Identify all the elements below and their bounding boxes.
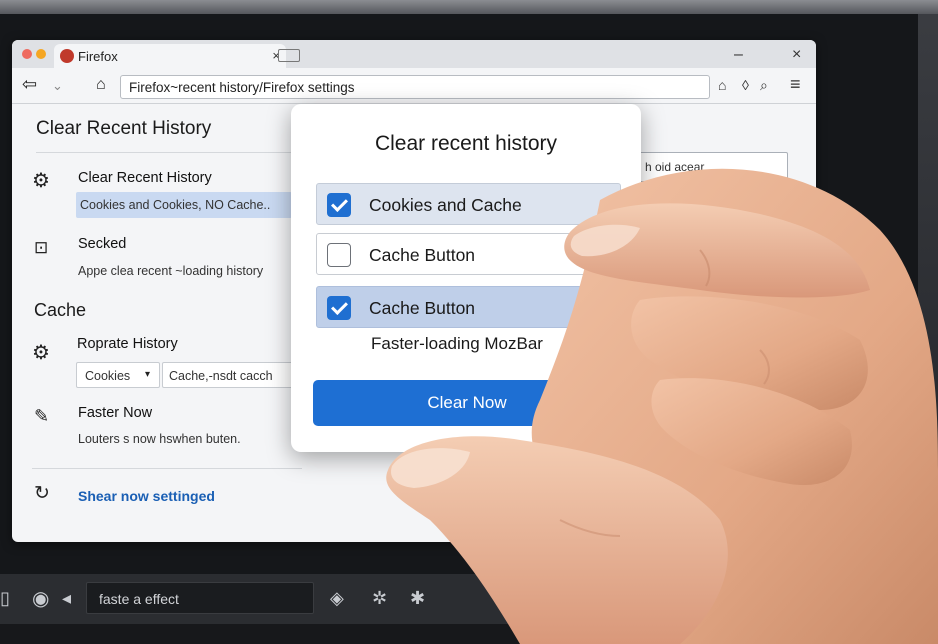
puzzle-icon[interactable]: ✲ xyxy=(372,588,387,609)
taskbar-search[interactable]: faste a effect xyxy=(86,582,314,614)
tab-title: Firefox xyxy=(78,49,118,64)
monitor-bottom-bezel xyxy=(0,624,938,644)
star-icon[interactable]: ✱ xyxy=(410,588,425,609)
back-arrow-icon[interactable]: ⇦ xyxy=(22,74,37,95)
cache-field[interactable]: Cache,-nsdt cacch xyxy=(162,362,302,388)
gear-icon: ⚙ xyxy=(32,170,50,192)
checkbox-checked-icon[interactable] xyxy=(327,193,351,217)
dropdown-chevron-icon[interactable]: ⌄ xyxy=(52,78,63,94)
taskbar: ▯ ◉ ◂ faste a effect ◈ ✲ ✱ xyxy=(0,574,938,624)
navigation-bar: ⇦ ⌄ ⌂ Firefox~recent history/Firefox set… xyxy=(12,68,816,104)
clear-history-dialog: Clear recent history Cookies and Cache C… xyxy=(291,104,641,452)
checkbox-checked-icon[interactable] xyxy=(327,296,351,320)
minimize-button[interactable]: – xyxy=(734,46,743,64)
close-window-button[interactable]: × xyxy=(792,46,801,64)
option-cookies-and-cache[interactable]: Cookies and Cache xyxy=(316,183,621,225)
row1-highlight[interactable]: Cookies and Cookies, NO Cache.. xyxy=(76,192,292,218)
shield-icon[interactable]: ◈ xyxy=(330,588,344,609)
option-cache-button-checked[interactable]: Cache Button xyxy=(316,286,621,328)
firefox-icon xyxy=(60,49,74,63)
dialog-title: Clear recent history xyxy=(374,132,558,155)
divider xyxy=(36,152,302,153)
divider xyxy=(32,468,302,469)
close-dot-icon[interactable] xyxy=(22,49,32,59)
right-input[interactable]: h oid acear xyxy=(638,152,788,182)
gear-icon: ⚙ xyxy=(32,342,50,364)
disc-icon[interactable]: ◉ xyxy=(32,586,49,611)
cookies-select[interactable]: Cookies ▾ xyxy=(76,362,160,388)
bookmark-icon[interactable]: ⌂ xyxy=(718,77,726,93)
row2-label: Secked xyxy=(78,236,127,252)
section-cache-title: Cache xyxy=(34,300,87,320)
row1-sub: Cookies and Cookies, NO Cache.. xyxy=(80,198,271,212)
chevron-down-icon: ▾ xyxy=(145,369,151,380)
url-text: Firefox~recent history/Firefox settings xyxy=(129,80,355,95)
checkbox-unchecked-icon[interactable] xyxy=(327,243,351,267)
row4-sub: Louters s now hswhen buten. xyxy=(78,432,241,446)
flag-icon[interactable]: ◂ xyxy=(62,588,71,609)
option-label: Cache Button xyxy=(369,298,476,318)
option-label: Cookies and Cache xyxy=(369,195,522,215)
edit-icon: ✎ xyxy=(34,406,50,426)
option-cache-button[interactable]: Cache Button xyxy=(316,233,621,275)
home-icon[interactable]: ⌂ xyxy=(96,76,106,94)
cache-field-value: Cache,-nsdt cacch xyxy=(169,369,273,383)
tab-bar: Firefox × – × xyxy=(12,40,816,68)
row2-sub: Appe clea recent ~loading history xyxy=(78,264,264,278)
monitor-top-bezel xyxy=(0,0,938,14)
new-tab-icon[interactable] xyxy=(278,49,300,62)
option-label: Cache Button xyxy=(369,245,476,265)
file-icon[interactable]: ▯ xyxy=(0,588,10,609)
section-title: Clear Recent History xyxy=(36,118,212,139)
settings-link[interactable]: Shear now settinged xyxy=(78,488,215,504)
row1-label: Clear Recent History xyxy=(78,170,212,186)
cookies-select-value: Cookies xyxy=(85,369,131,383)
menu-icon[interactable]: ≡ xyxy=(790,74,801,95)
lock-icon[interactable]: ◊ xyxy=(742,77,749,93)
url-bar[interactable]: Firefox~recent history/Firefox settings xyxy=(120,75,710,99)
row4-label: Faster Now xyxy=(78,405,153,421)
minimize-dot-icon[interactable] xyxy=(36,49,46,59)
monitor-icon: ⊡ xyxy=(34,238,49,257)
divider xyxy=(638,194,788,195)
tab-firefox[interactable]: Firefox × xyxy=(54,44,286,68)
search-icon[interactable]: ⌕ xyxy=(760,77,768,94)
taskbar-search-text: faste a effect xyxy=(99,591,179,607)
row3-label: Roprate History xyxy=(77,336,178,352)
refresh-icon: ↻ xyxy=(34,483,50,504)
dialog-note: Faster-loading MozBar xyxy=(371,334,543,353)
clear-now-button[interactable]: Clear Now xyxy=(313,380,621,426)
right-input-text: h oid acear xyxy=(645,160,705,174)
